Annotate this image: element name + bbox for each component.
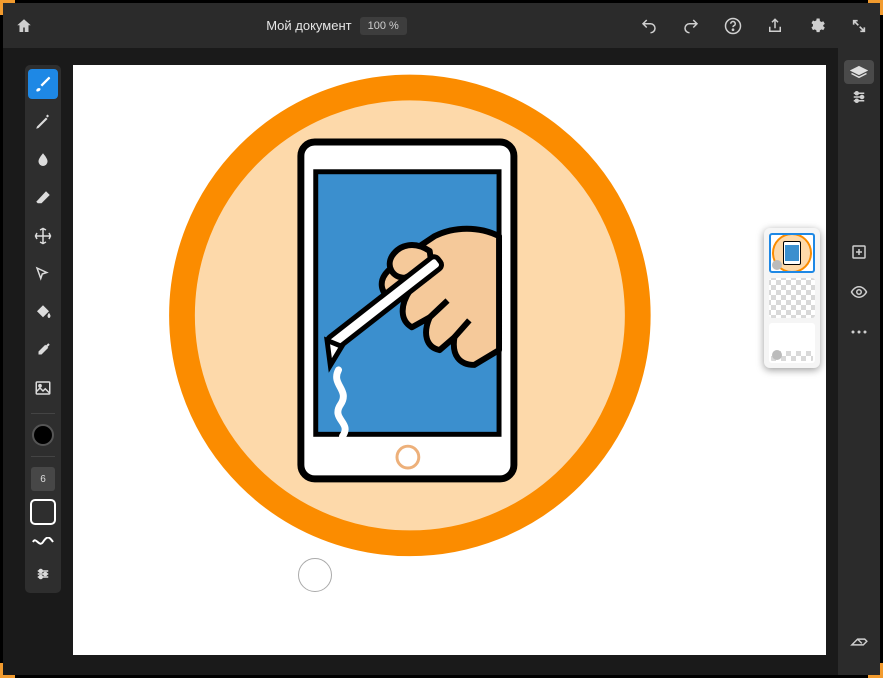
zoom-level[interactable]: 100 % [360, 17, 407, 35]
canvas-artwork [73, 65, 826, 655]
add-layer-button[interactable] [846, 239, 872, 265]
toolbar-divider [31, 413, 55, 414]
brush-shape-indicator[interactable] [30, 499, 56, 525]
transform-tool[interactable] [28, 221, 58, 251]
document-title: Мой документ [266, 18, 351, 33]
brush-dynamics-indicator[interactable] [30, 533, 56, 551]
smudge-tool[interactable] [28, 145, 58, 175]
settings-button[interactable] [806, 15, 828, 37]
layers-panel [764, 228, 820, 368]
brush-size-box[interactable]: 6 [31, 467, 55, 491]
share-button[interactable] [764, 15, 786, 37]
layers-toggle-button[interactable] [844, 60, 874, 84]
redo-button[interactable] [680, 15, 702, 37]
eyedropper-tool[interactable] [28, 335, 58, 365]
left-toolbar: 6 [25, 65, 61, 593]
eraser-quick-button[interactable] [846, 629, 872, 655]
home-button[interactable] [13, 15, 35, 37]
toolbar-divider [31, 456, 55, 457]
brush-settings-button[interactable] [28, 559, 58, 589]
layer-thumb[interactable] [769, 323, 815, 363]
selection-tool[interactable] [28, 259, 58, 289]
pen-tool[interactable] [28, 107, 58, 137]
top-bar: Мой документ 100 % [3, 3, 880, 48]
image-tool[interactable] [28, 373, 58, 403]
canvas[interactable] [73, 65, 826, 655]
fill-tool[interactable] [28, 297, 58, 327]
fullscreen-button[interactable] [848, 15, 870, 37]
layer-more-button[interactable] [846, 319, 872, 345]
layer-thumb[interactable] [769, 278, 815, 318]
color-swatch[interactable] [32, 424, 54, 446]
help-button[interactable] [722, 15, 744, 37]
brush-tool[interactable] [28, 69, 58, 99]
undo-button[interactable] [638, 15, 660, 37]
layer-visibility-button[interactable] [846, 279, 872, 305]
right-sidebar [838, 48, 880, 675]
layer-thumb[interactable] [769, 233, 815, 273]
adjustments-button[interactable] [846, 84, 872, 110]
eraser-tool[interactable] [28, 183, 58, 213]
